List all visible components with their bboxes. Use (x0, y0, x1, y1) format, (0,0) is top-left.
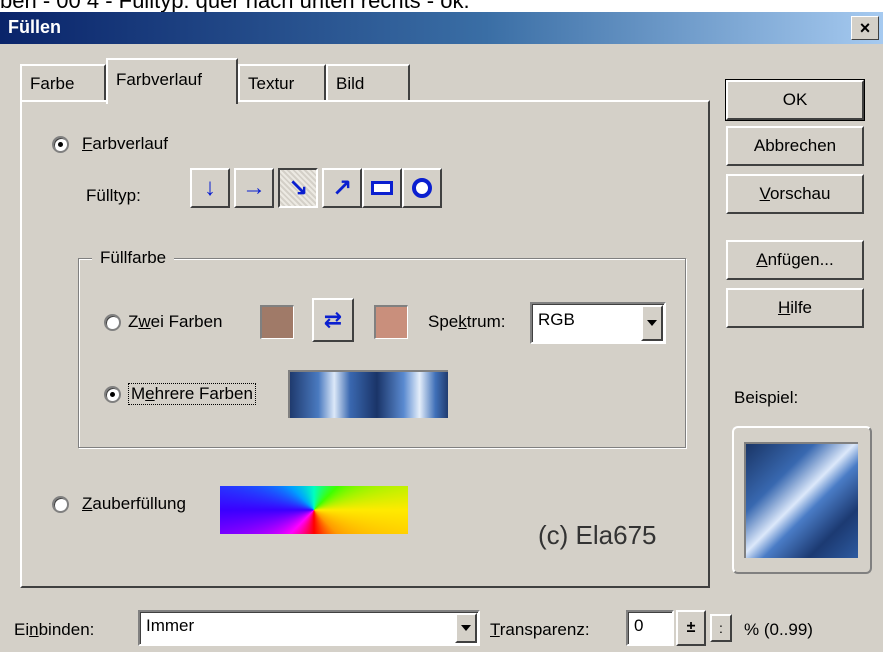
transparency-input[interactable]: 0 (626, 610, 674, 646)
tab-label: Farbverlauf (116, 70, 202, 89)
cancel-button[interactable]: Abbrechen (726, 126, 864, 166)
apply-hotkey: A (756, 250, 768, 269)
gradient-radio-label[interactable]: Farbverlauf (82, 134, 168, 154)
gradient-label-rest: arbverlauf (92, 134, 168, 153)
embed-value: Immer (146, 616, 195, 635)
gradient-radio[interactable] (52, 136, 69, 153)
filltype-circle-button[interactable] (402, 168, 442, 208)
tab-farbverlauf[interactable]: Farbverlauf (106, 58, 238, 104)
arrow-right-icon: → (242, 174, 266, 201)
transparency-value: 0 (634, 616, 644, 635)
fill-dialog: Farbe Farbverlauf Textur Bild Farbverlau… (0, 44, 883, 652)
tab-textur[interactable]: Textur (238, 64, 326, 102)
embed-hotkey: n (29, 620, 39, 639)
embed-label-a: Ei (14, 620, 30, 639)
embed-label-rest: binden: (38, 620, 95, 639)
help-label-rest: ilfe (790, 298, 812, 317)
window-title: Füllen (8, 17, 61, 37)
preview-button[interactable]: Vorschau (726, 174, 864, 214)
arrow-down-right-icon: ↘ (287, 174, 309, 202)
rectangle-icon (371, 181, 393, 195)
transparency-slider-button[interactable]: : (710, 614, 732, 642)
apply-button[interactable]: Anfügen... (726, 240, 864, 280)
example-frame (732, 426, 872, 574)
ok-button[interactable]: OK (725, 79, 865, 121)
title-bar: Füllen × (0, 12, 883, 44)
dots-icon: : (719, 620, 723, 636)
transparency-label: Transparenz: (490, 620, 590, 640)
example-label: Beispiel: (734, 388, 799, 407)
arrow-up-right-icon: ↗ (331, 174, 353, 202)
transparency-hotkey: T (490, 620, 500, 639)
background-caption: ben - 00 4 - Fülltyp: quer nach unten re… (0, 0, 883, 12)
tab-bild[interactable]: Bild (326, 64, 410, 102)
plus-minus-icon: ± (686, 619, 696, 636)
gradient-hotkey: F (82, 134, 93, 153)
help-hotkey: H (777, 298, 791, 317)
preview-label-rest: orschau (769, 184, 831, 203)
transparency-range-label: % (0..99) (744, 620, 813, 639)
filltype-label: Fülltyp: (86, 186, 141, 205)
example-preview (744, 442, 858, 558)
chevron-down-icon[interactable] (455, 613, 477, 643)
filltype-right-button[interactable]: → (234, 168, 274, 208)
tab-label: Bild (336, 74, 365, 93)
filltype-diagonal-down-button[interactable]: ↘ (278, 168, 318, 208)
tab-label: Textur (248, 74, 295, 93)
close-icon: × (859, 18, 871, 38)
filltype-rectangle-button[interactable] (362, 168, 402, 208)
arrow-down-icon: ↓ (204, 174, 216, 201)
transparency-spinner[interactable]: ± (676, 610, 706, 646)
embed-select[interactable]: Immer (138, 610, 480, 646)
transparency-label-rest: ransparenz: (499, 620, 590, 639)
preview-hotkey: V (759, 184, 770, 203)
close-button[interactable]: × (851, 16, 879, 40)
circle-icon (412, 178, 432, 198)
apply-label-rest: nfügen... (767, 250, 834, 269)
tab-label: Farbe (30, 74, 75, 93)
tab-farbe[interactable]: Farbe (20, 64, 106, 102)
filltype-down-button[interactable]: ↓ (190, 168, 230, 208)
filltype-diagonal-up-button[interactable]: ↗ (322, 168, 362, 208)
help-button[interactable]: Hilfe (726, 288, 864, 328)
embed-label: Einbinden: (14, 620, 94, 640)
